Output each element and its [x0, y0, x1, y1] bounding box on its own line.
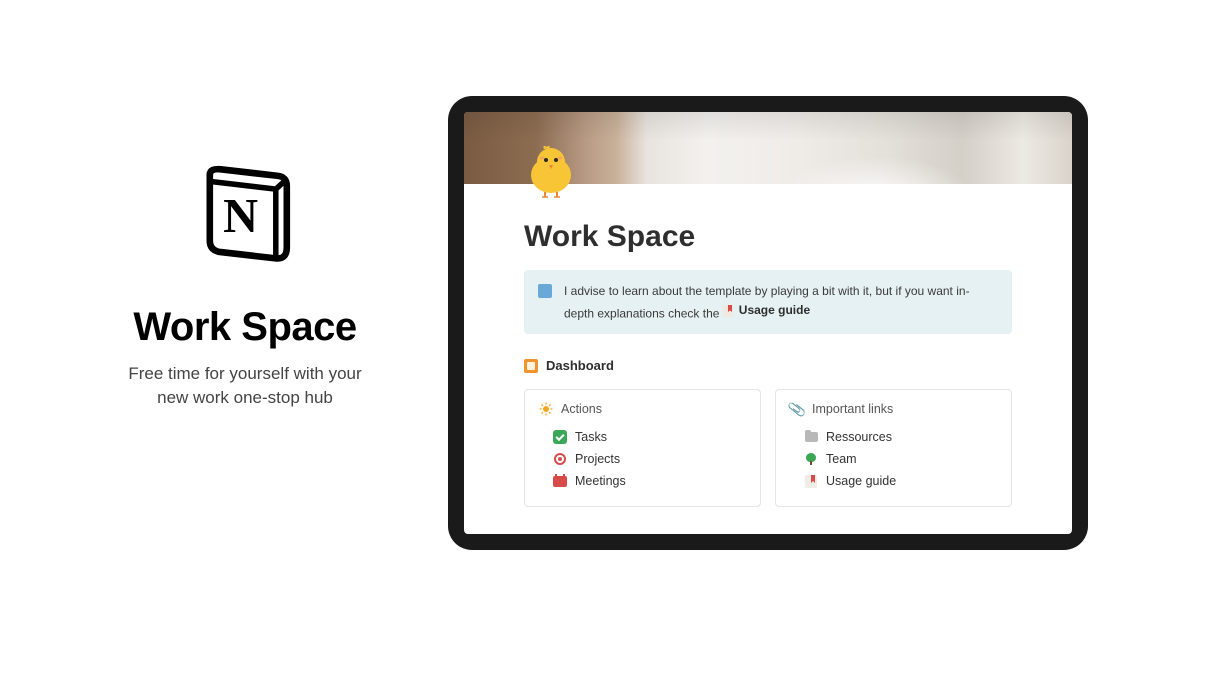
usage-guide-link[interactable]: Usage guide — [723, 301, 810, 320]
meetings-link[interactable]: Meetings — [539, 470, 746, 492]
actions-header[interactable]: Actions — [539, 402, 746, 416]
app-screen: Work Space I advise to learn about the t… — [464, 112, 1072, 534]
check-icon — [553, 430, 567, 444]
page-content: Work Space I advise to learn about the t… — [464, 184, 1072, 519]
marketing-subtitle: Free time for yourself with your new wor… — [95, 362, 395, 410]
links-card: 📎 Important links Ressources Team Usage … — [775, 389, 1012, 507]
tree-icon — [804, 452, 818, 466]
projects-link[interactable]: Projects — [539, 448, 746, 470]
device-frame: Work Space I advise to learn about the t… — [448, 96, 1088, 550]
callout-block[interactable]: I advise to learn about the template by … — [524, 270, 1012, 334]
target-icon — [553, 452, 567, 466]
paperclip-icon: 📎 — [789, 401, 805, 417]
page-title[interactable]: Work Space — [524, 220, 1012, 254]
actions-header-label: Actions — [561, 402, 602, 416]
folder-icon — [804, 430, 818, 444]
chick-icon[interactable] — [522, 142, 580, 200]
actions-card: Actions Tasks Projects Meetings — [524, 389, 761, 507]
orange-square-icon — [524, 359, 538, 373]
usage-guide-page-link[interactable]: Usage guide — [790, 470, 997, 492]
calendar-icon — [553, 474, 567, 488]
notion-logo-icon: N — [190, 155, 300, 265]
dashboard-label: Dashboard — [546, 358, 614, 373]
links-header-label: Important links — [812, 402, 893, 416]
dashboard-link[interactable]: Dashboard — [524, 358, 1012, 373]
marketing-panel: N Work Space Free time for yourself with… — [95, 155, 395, 410]
svg-text:N: N — [223, 190, 258, 243]
columns-container: Actions Tasks Projects Meetings — [524, 389, 1012, 507]
callout-text: I advise to learn about the template by … — [564, 282, 998, 322]
sun-icon — [539, 402, 553, 416]
bookmark-icon — [723, 304, 733, 316]
ressources-link[interactable]: Ressources — [790, 426, 997, 448]
marketing-title: Work Space — [95, 305, 395, 350]
bookmark-icon — [804, 474, 818, 488]
blue-square-icon — [538, 284, 552, 298]
tasks-link[interactable]: Tasks — [539, 426, 746, 448]
team-link[interactable]: Team — [790, 448, 997, 470]
links-header[interactable]: 📎 Important links — [790, 402, 997, 416]
